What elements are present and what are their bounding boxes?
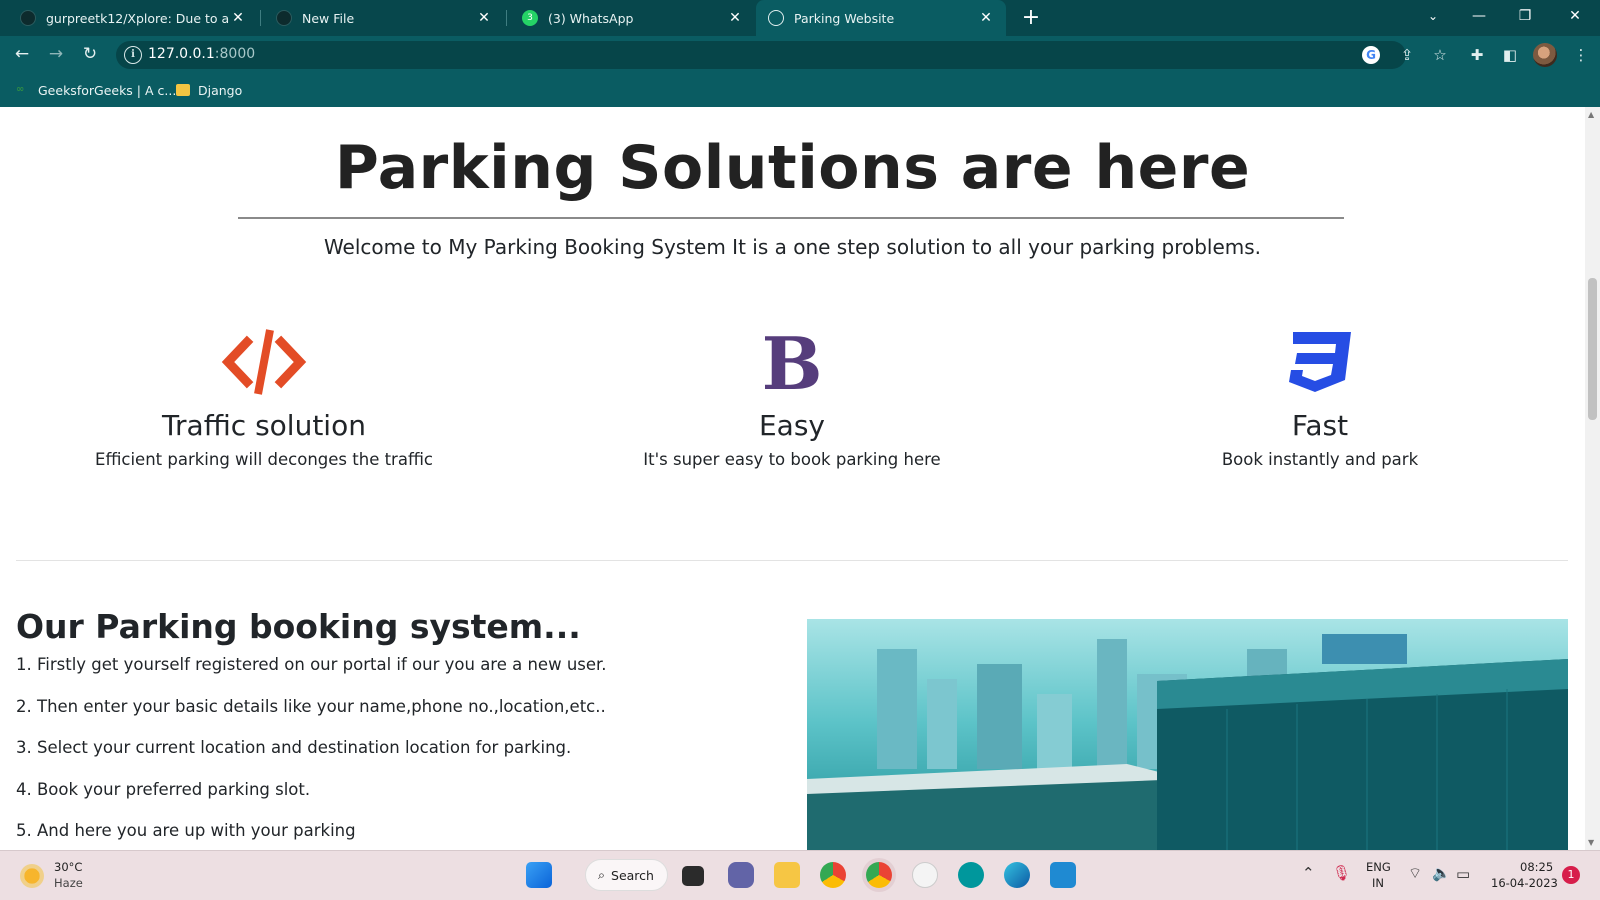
tab-parking-website[interactable]: Parking Website ✕	[756, 0, 1006, 36]
weather-desc[interactable]: Haze	[54, 876, 83, 890]
bookmark-star-icon[interactable]: ☆	[1427, 42, 1453, 68]
minimize-button[interactable]: —	[1456, 0, 1502, 34]
section-divider	[16, 560, 1568, 561]
feature-description: Efficient parking will deconges the traf…	[95, 450, 433, 469]
side-panel-icon[interactable]: ◧	[1497, 42, 1523, 68]
windows-taskbar	[0, 850, 1600, 900]
tab-search-icon[interactable]: ⌄	[1410, 0, 1456, 34]
tab-github-xplore[interactable]: gurpreetk12/Xplore: Due to a lac ✕	[8, 0, 258, 36]
task-view-icon[interactable]	[682, 866, 704, 886]
url-text[interactable]: 127.0.0.1:8000	[148, 46, 255, 62]
wordpress-icon[interactable]	[912, 862, 938, 888]
google-lens-icon[interactable]: G	[1362, 46, 1380, 64]
scrollbar-thumb[interactable]	[1588, 278, 1597, 420]
forward-icon[interactable]: →	[42, 40, 70, 68]
language-bottom[interactable]: IN	[1372, 876, 1384, 890]
chevron-up-icon[interactable]: ⌃	[1302, 864, 1315, 882]
page-title: Parking Solutions are here	[334, 133, 1251, 203]
chrome-icon[interactable]	[820, 862, 846, 888]
scroll-up-arrow-icon[interactable]: ▲	[1588, 110, 1594, 119]
tab-separator	[260, 10, 261, 26]
feature-easy: B Easy It's super easy to book parking h…	[528, 327, 1056, 469]
notification-badge[interactable]: 1	[1562, 866, 1580, 884]
feature-fast: Fast Book instantly and park	[1056, 327, 1584, 469]
reload-icon[interactable]: ↻	[76, 40, 104, 68]
search-icon: ⌕	[598, 867, 606, 882]
weather-haze-icon[interactable]	[20, 864, 44, 888]
welcome-text: Welcome to My Parking Booking System It …	[323, 235, 1262, 259]
menu-kebab-icon[interactable]: ⋮	[1568, 42, 1594, 68]
github-icon	[20, 10, 36, 26]
close-tab-icon[interactable]: ✕	[476, 10, 492, 26]
file-explorer-icon[interactable]	[774, 862, 800, 888]
system-section-title: Our Parking booking system...	[16, 607, 581, 646]
profile-avatar[interactable]	[1533, 43, 1557, 67]
list-item: 2. Then enter your basic details like yo…	[16, 696, 606, 716]
page-scrollbar[interactable]	[1585, 107, 1600, 850]
feature-title: Fast	[1291, 409, 1349, 442]
whatsapp-icon: 3	[522, 10, 538, 26]
restore-button[interactable]: ❐	[1502, 0, 1548, 34]
weather-temp[interactable]: 30°C	[54, 860, 82, 874]
close-tab-icon[interactable]: ✕	[727, 10, 743, 26]
folder-icon	[176, 84, 190, 96]
microphone-icon[interactable]: 🎙	[1332, 864, 1351, 882]
feature-description: It's super easy to book parking here	[643, 450, 941, 469]
extensions-icon[interactable]: ✚	[1464, 42, 1490, 68]
code-icon	[0, 327, 528, 397]
language-top[interactable]: ENG	[1366, 860, 1391, 874]
share-icon[interactable]: ⇪	[1394, 42, 1420, 68]
vscode-icon[interactable]	[1050, 862, 1076, 888]
close-window-button[interactable]: ✕	[1552, 0, 1598, 34]
parking-city-image	[807, 619, 1568, 850]
scroll-down-arrow-icon[interactable]: ▼	[1588, 838, 1594, 847]
feature-description: Book instantly and park	[1221, 450, 1419, 469]
bookmark-django[interactable]: Django	[176, 80, 242, 100]
clock-time[interactable]: 08:25	[1520, 860, 1553, 874]
svg-text:B: B	[764, 329, 820, 395]
feature-title: Traffic solution	[162, 409, 366, 442]
css3-icon	[1056, 327, 1584, 397]
back-icon[interactable]: ←	[8, 40, 36, 68]
wifi-icon[interactable]: ⌔	[1408, 864, 1422, 883]
github-icon	[276, 10, 292, 26]
close-tab-icon[interactable]: ✕	[230, 10, 246, 26]
gfg-icon: ∞	[16, 84, 25, 95]
tab-whatsapp[interactable]: 3 (3) WhatsApp ✕	[510, 0, 755, 36]
tab-new-file[interactable]: New File ✕	[264, 0, 504, 36]
taskbar-search[interactable]: ⌕ Search	[585, 859, 668, 891]
system-steps-list: 1. Firstly get yourself registered on ou…	[16, 655, 607, 850]
address-bar[interactable]	[116, 41, 1406, 69]
site-info-icon[interactable]: i	[124, 46, 142, 64]
close-tab-icon[interactable]: ✕	[978, 10, 994, 26]
list-item: 5. And here you are up with your parking	[16, 821, 356, 840]
windows-start-icon[interactable]	[526, 862, 552, 888]
globe-icon	[768, 10, 784, 26]
bookmark-gfg[interactable]: ∞ GeeksforGeeks | A c...	[16, 80, 176, 100]
list-item: 3. Select your current location and dest…	[16, 738, 572, 757]
volume-icon[interactable]: 🔈	[1432, 864, 1451, 882]
chrome-profile-icon[interactable]	[866, 862, 892, 888]
battery-icon[interactable]: ▭	[1456, 865, 1470, 883]
page-viewport: Parking Solutions are here Welcome to My…	[0, 107, 1585, 850]
clock-date[interactable]: 16-04-2023	[1491, 876, 1558, 890]
title-divider	[238, 217, 1344, 219]
edge-icon[interactable]	[1004, 862, 1030, 888]
list-item: 1. Firstly get yourself registered on ou…	[16, 655, 607, 674]
list-item: 4. Book your preferred parking slot.	[16, 779, 311, 799]
whatsapp-badge: 3	[527, 13, 533, 23]
new-tab-button[interactable]: +	[1017, 4, 1045, 32]
teams-chat-icon[interactable]	[728, 862, 754, 888]
bootstrap-icon: B	[528, 327, 1056, 397]
tab-separator	[506, 10, 507, 26]
feature-title: Easy	[758, 409, 825, 442]
feature-traffic: Traffic solution Efficient parking will …	[0, 327, 528, 469]
arduino-icon[interactable]	[958, 862, 984, 888]
